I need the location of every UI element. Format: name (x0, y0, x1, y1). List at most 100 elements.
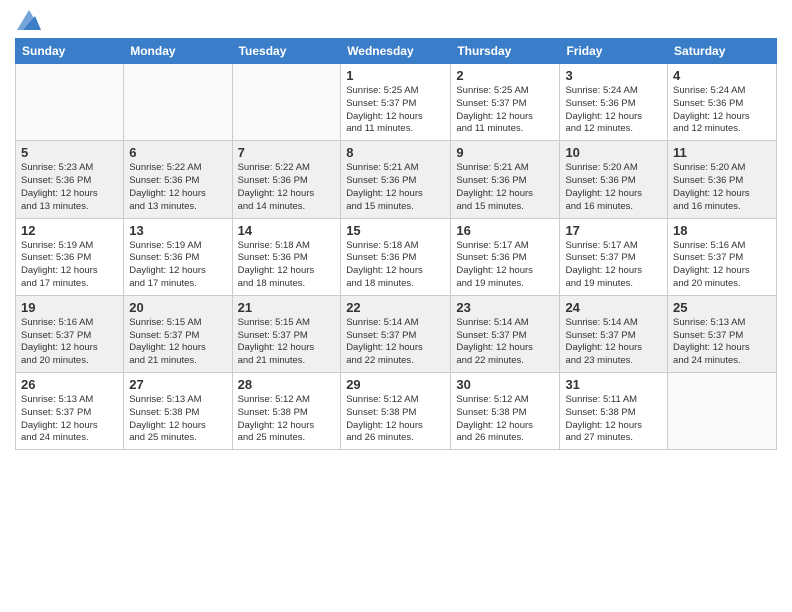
calendar-cell: 4 Sunrise: 5:24 AM Sunset: 5:36 PM Daylig… (668, 64, 777, 141)
day-number: 13 (129, 223, 226, 238)
day-number: 24 (565, 300, 662, 315)
day-info: Sunrise: 5:18 AM Sunset: 5:36 PM Dayligh… (238, 240, 336, 291)
col-header-tuesday: Tuesday (232, 39, 341, 64)
calendar-cell: 30Sunrise: 5:12 AM Sunset: 5:38 PM Dayli… (451, 373, 560, 450)
day-number: 25 (673, 300, 771, 315)
calendar-cell: 20 Sunrise: 5:15 AM Sunset: 5:37 PM Dayli… (124, 295, 232, 372)
calendar-cell: 12 Sunrise: 5:19 AM Sunset: 5:36 PM Dayli… (16, 218, 124, 295)
day-number: 23 (456, 300, 554, 315)
calendar-cell (232, 64, 341, 141)
day-info: Sunrise: 5:11 AM Sunset: 5:38 PM Dayligh… (565, 394, 662, 445)
day-info: Sunrise: 5:23 AM Sunset: 5:36 PM Dayligh… (21, 162, 118, 213)
day-info: Sunrise: 5:21 AM Sunset: 5:36 PM Dayligh… (456, 162, 554, 213)
calendar-table: SundayMondayTuesdayWednesdayThursdayFrid… (15, 38, 777, 450)
day-number: 2 (456, 68, 554, 83)
day-number: 11 (673, 145, 771, 160)
calendar-cell: 10 Sunrise: 5:20 AM Sunset: 5:36 PM Dayli… (560, 141, 668, 218)
day-number: 7 (238, 145, 336, 160)
day-info: Sunrise: 5:17 AM Sunset: 5:37 PM Dayligh… (565, 240, 662, 291)
calendar-cell: 9 Sunrise: 5:21 AM Sunset: 5:36 PM Daylig… (451, 141, 560, 218)
calendar-cell: 27 Sunrise: 5:13 AM Sunset: 5:38 PM Dayli… (124, 373, 232, 450)
day-info: Sunrise: 5:16 AM Sunset: 5:37 PM Dayligh… (673, 240, 771, 291)
day-info: Sunrise: 5:15 AM Sunset: 5:37 PM Dayligh… (129, 317, 226, 368)
day-info: Sunrise: 5:20 AM Sunset: 5:36 PM Dayligh… (673, 162, 771, 213)
calendar-cell: 21 Sunrise: 5:15 AM Sunset: 5:37 PM Dayli… (232, 295, 341, 372)
day-number: 15 (346, 223, 445, 238)
day-info: Sunrise: 5:13 AM Sunset: 5:37 PM Dayligh… (21, 394, 118, 445)
calendar-header-row: SundayMondayTuesdayWednesdayThursdayFrid… (16, 39, 777, 64)
calendar-cell: 7 Sunrise: 5:22 AM Sunset: 5:36 PM Daylig… (232, 141, 341, 218)
day-number: 19 (21, 300, 118, 315)
day-number: 20 (129, 300, 226, 315)
calendar-row-2: 12 Sunrise: 5:19 AM Sunset: 5:36 PM Dayli… (16, 218, 777, 295)
day-number: 30 (456, 377, 554, 392)
day-number: 4 (673, 68, 771, 83)
calendar-cell: 13 Sunrise: 5:19 AM Sunset: 5:36 PM Dayli… (124, 218, 232, 295)
calendar-cell: 28 Sunrise: 5:12 AM Sunset: 5:38 PM Dayli… (232, 373, 341, 450)
calendar-cell: 31 Sunrise: 5:11 AM Sunset: 5:38 PM Dayli… (560, 373, 668, 450)
day-info: Sunrise: 5:15 AM Sunset: 5:37 PM Dayligh… (238, 317, 336, 368)
day-info: Sunrise: 5:19 AM Sunset: 5:36 PM Dayligh… (21, 240, 118, 291)
day-number: 5 (21, 145, 118, 160)
calendar-cell (668, 373, 777, 450)
page-container: SundayMondayTuesdayWednesdayThursdayFrid… (0, 0, 792, 460)
calendar-cell: 29 Sunrise: 5:12 AM Sunset: 5:38 PM Dayli… (341, 373, 451, 450)
calendar-cell: 11 Sunrise: 5:20 AM Sunset: 5:36 PM Dayli… (668, 141, 777, 218)
col-header-monday: Monday (124, 39, 232, 64)
day-info: Sunrise: 5:14 AM Sunset: 5:37 PM Dayligh… (346, 317, 445, 368)
day-number: 6 (129, 145, 226, 160)
page-header (15, 10, 777, 30)
calendar-cell: 6Sunrise: 5:22 AM Sunset: 5:36 PM Daylig… (124, 141, 232, 218)
day-info: Sunrise: 5:13 AM Sunset: 5:37 PM Dayligh… (673, 317, 771, 368)
day-number: 29 (346, 377, 445, 392)
day-info: Sunrise: 5:14 AM Sunset: 5:37 PM Dayligh… (565, 317, 662, 368)
calendar-cell: 5 Sunrise: 5:23 AM Sunset: 5:36 PM Daylig… (16, 141, 124, 218)
calendar-cell: 23 Sunrise: 5:14 AM Sunset: 5:37 PM Dayli… (451, 295, 560, 372)
day-number: 18 (673, 223, 771, 238)
day-info: Sunrise: 5:12 AM Sunset: 5:38 PM Dayligh… (346, 394, 445, 445)
day-info: Sunrise: 5:14 AM Sunset: 5:37 PM Dayligh… (456, 317, 554, 368)
calendar-cell: 25 Sunrise: 5:13 AM Sunset: 5:37 PM Dayli… (668, 295, 777, 372)
calendar-cell: 18 Sunrise: 5:16 AM Sunset: 5:37 PM Dayli… (668, 218, 777, 295)
calendar-cell: 24 Sunrise: 5:14 AM Sunset: 5:37 PM Dayli… (560, 295, 668, 372)
day-number: 26 (21, 377, 118, 392)
calendar-row-4: 26 Sunrise: 5:13 AM Sunset: 5:37 PM Dayli… (16, 373, 777, 450)
calendar-cell (124, 64, 232, 141)
logo (15, 10, 41, 30)
col-header-wednesday: Wednesday (341, 39, 451, 64)
calendar-cell: 22Sunrise: 5:14 AM Sunset: 5:37 PM Dayli… (341, 295, 451, 372)
day-number: 21 (238, 300, 336, 315)
day-info: Sunrise: 5:20 AM Sunset: 5:36 PM Dayligh… (565, 162, 662, 213)
day-number: 27 (129, 377, 226, 392)
logo-icon (17, 10, 41, 30)
day-info: Sunrise: 5:18 AM Sunset: 5:36 PM Dayligh… (346, 240, 445, 291)
day-number: 16 (456, 223, 554, 238)
calendar-cell: 3 Sunrise: 5:24 AM Sunset: 5:36 PM Daylig… (560, 64, 668, 141)
day-info: Sunrise: 5:12 AM Sunset: 5:38 PM Dayligh… (238, 394, 336, 445)
day-info: Sunrise: 5:22 AM Sunset: 5:36 PM Dayligh… (238, 162, 336, 213)
col-header-friday: Friday (560, 39, 668, 64)
day-number: 3 (565, 68, 662, 83)
day-info: Sunrise: 5:19 AM Sunset: 5:36 PM Dayligh… (129, 240, 226, 291)
calendar-row-0: 1Sunrise: 5:25 AM Sunset: 5:37 PM Daylig… (16, 64, 777, 141)
day-info: Sunrise: 5:16 AM Sunset: 5:37 PM Dayligh… (21, 317, 118, 368)
day-info: Sunrise: 5:24 AM Sunset: 5:36 PM Dayligh… (673, 85, 771, 136)
day-number: 10 (565, 145, 662, 160)
calendar-cell: 26 Sunrise: 5:13 AM Sunset: 5:37 PM Dayli… (16, 373, 124, 450)
col-header-sunday: Sunday (16, 39, 124, 64)
calendar-cell: 2Sunrise: 5:25 AM Sunset: 5:37 PM Daylig… (451, 64, 560, 141)
col-header-saturday: Saturday (668, 39, 777, 64)
day-info: Sunrise: 5:13 AM Sunset: 5:38 PM Dayligh… (129, 394, 226, 445)
day-info: Sunrise: 5:25 AM Sunset: 5:37 PM Dayligh… (346, 85, 445, 136)
calendar-cell (16, 64, 124, 141)
calendar-cell: 15 Sunrise: 5:18 AM Sunset: 5:36 PM Dayli… (341, 218, 451, 295)
calendar-cell: 8Sunrise: 5:21 AM Sunset: 5:36 PM Daylig… (341, 141, 451, 218)
day-info: Sunrise: 5:24 AM Sunset: 5:36 PM Dayligh… (565, 85, 662, 136)
day-number: 9 (456, 145, 554, 160)
calendar-cell: 16Sunrise: 5:17 AM Sunset: 5:36 PM Dayli… (451, 218, 560, 295)
calendar-cell: 19 Sunrise: 5:16 AM Sunset: 5:37 PM Dayli… (16, 295, 124, 372)
day-number: 8 (346, 145, 445, 160)
day-number: 28 (238, 377, 336, 392)
day-number: 31 (565, 377, 662, 392)
day-number: 12 (21, 223, 118, 238)
